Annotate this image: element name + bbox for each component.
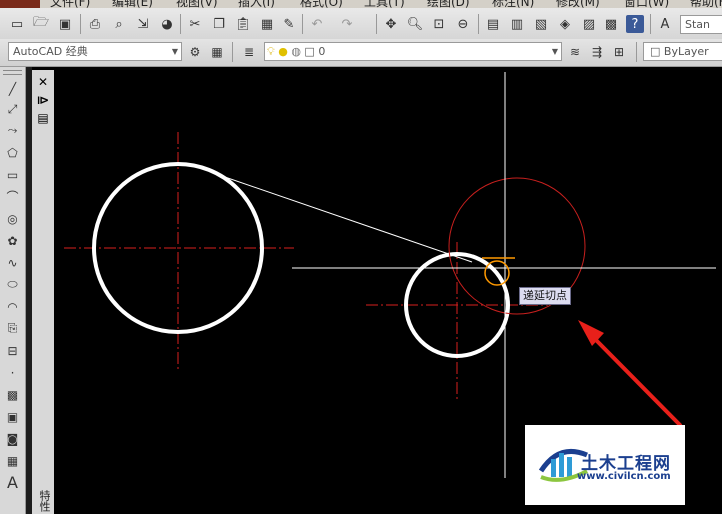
copy-icon[interactable]: ❐ <box>210 15 228 33</box>
toolbar-separator <box>302 14 303 34</box>
table-icon[interactable]: ▦ <box>3 451 22 470</box>
new-file-icon[interactable]: ▭ <box>8 15 26 33</box>
polyline-icon[interactable]: ⤳ <box>3 121 22 140</box>
menu-tools[interactable]: 工具(T) <box>364 0 405 8</box>
spline-icon[interactable]: ∿ <box>3 253 22 272</box>
hatch-icon[interactable]: ▩ <box>3 385 22 404</box>
line-icon[interactable]: ╱ <box>3 79 22 98</box>
open-file-icon[interactable]: 🗁 <box>32 15 50 33</box>
layer-value: 0 <box>318 45 326 58</box>
text-style-dropdown[interactable]: Stan <box>680 15 722 34</box>
workspace-dropdown[interactable]: AutoCAD 经典 ▼ <box>8 42 182 61</box>
menu-view[interactable]: 视图(V) <box>176 0 218 8</box>
polygon-icon[interactable]: ⬠ <box>3 143 22 162</box>
snap-tooltip: 递延切点 <box>519 287 571 305</box>
menu-file[interactable]: 文件(F) <box>50 0 90 8</box>
make-block-icon[interactable]: ⊟ <box>3 341 22 360</box>
match-properties-icon[interactable]: ▦ <box>258 15 276 33</box>
app-menu-button[interactable] <box>0 0 40 8</box>
print-icon[interactable]: ⎙ <box>86 15 104 33</box>
text-style-icon[interactable]: A <box>656 15 674 33</box>
workspace-settings-icon[interactable]: ⚙ <box>186 43 204 61</box>
toolbar-separator <box>180 14 181 34</box>
redo-icon[interactable]: ↷ <box>338 15 356 33</box>
properties-icon[interactable]: ▤ <box>484 15 502 33</box>
watermark-logo: 土木工程网 www.civilcn.com <box>525 425 685 505</box>
layers-toolbar: AutoCAD 经典 ▼ ⚙ ▦ ≣ 💡︎ ● ◍ □ 0 ▼ ≋ ⇶ ⊞ □ … <box>0 39 722 67</box>
toolbar-separator <box>636 42 637 62</box>
publish-icon[interactable]: ⇲ <box>134 15 152 33</box>
menu-draw[interactable]: 绘图(D) <box>427 0 470 8</box>
sun-icon: ● <box>278 45 288 58</box>
menu-bar: 文件(F) 编辑(E) 视图(V) 插入(I) 格式(O) 工具(T) 绘图(D… <box>0 0 722 8</box>
zoom-previous-icon[interactable]: ⊖ <box>454 15 472 33</box>
standard-toolbar: ▭ 🗁 ▣ ⎙ ⌕ ⇲ ◕ ✂ ❐ 📋︎ ▦ ✎ ↶ ↷ ✥ 🔍︎ ⊡ ⊖ ▤ … <box>0 8 722 40</box>
menu-dimension[interactable]: 标注(N) <box>492 0 534 8</box>
layer-dropdown[interactable]: 💡︎ ● ◍ □ 0 ▼ <box>264 42 562 61</box>
toolbar-separator <box>376 14 377 34</box>
menu-help[interactable]: 帮助(H) <box>690 0 722 8</box>
print-preview-icon[interactable]: ⌕ <box>110 15 128 33</box>
revision-cloud-icon[interactable]: ✿ <box>3 231 22 250</box>
region-icon[interactable]: ◙ <box>3 429 22 448</box>
block-editor-icon[interactable]: ✎ <box>280 15 298 33</box>
layer-previous-icon[interactable]: ⇶ <box>588 43 606 61</box>
chevron-down-icon: ▼ <box>171 47 178 56</box>
workspace-value: AutoCAD 经典 <box>13 45 88 58</box>
paste-icon[interactable]: 📋︎ <box>234 15 252 33</box>
color-swatch-icon: □ <box>304 45 315 58</box>
palette-options-icon[interactable]: ▤ <box>35 110 51 126</box>
ellipse-arc-icon[interactable]: ◠ <box>3 297 22 316</box>
rectangle-icon[interactable]: ▭ <box>3 165 22 184</box>
toolbar-grip[interactable] <box>3 70 22 75</box>
properties-palette-strip: ✕ ⧐ ▤ 特性 <box>32 70 54 514</box>
toolbar-separator <box>80 14 81 34</box>
text-style-value: Stan <box>685 18 711 31</box>
design-center-icon[interactable]: ▥ <box>508 15 526 33</box>
gradient-icon[interactable]: ▣ <box>3 407 22 426</box>
zoom-realtime-icon[interactable]: 🔍︎ <box>406 15 424 33</box>
draw-toolbar: ╱ ⤢ ⤳ ⬠ ▭ ⌒ ◎ ✿ ∿ ⬭ ◠ ⎘ ⊟ · ▩ ▣ ◙ ▦ A <box>0 67 26 514</box>
color-swatch-icon: □ <box>650 45 661 58</box>
point-icon[interactable]: · <box>3 363 22 382</box>
menu-edit[interactable]: 编辑(E) <box>112 0 153 8</box>
auto-hide-icon[interactable]: ⧐ <box>35 92 51 108</box>
undo-icon[interactable]: ↶ <box>308 15 326 33</box>
3d-dwf-icon[interactable]: ◕ <box>158 15 176 33</box>
multiline-text-icon[interactable]: A <box>3 473 22 492</box>
menu-modify[interactable]: 修改(M) <box>556 0 600 8</box>
close-icon[interactable]: ✕ <box>35 74 51 90</box>
layer-manager-icon[interactable]: ≣ <box>240 43 258 61</box>
calculator-icon[interactable]: ▩ <box>602 15 620 33</box>
lightbulb-icon: 💡︎ <box>267 45 275 58</box>
make-current-layer-icon[interactable]: ≋ <box>566 43 584 61</box>
help-icon[interactable]: ? <box>626 15 644 33</box>
menu-format[interactable]: 格式(O) <box>300 0 343 8</box>
tool-palettes-icon[interactable]: ▧ <box>532 15 550 33</box>
construction-line-icon[interactable]: ⤢ <box>3 100 22 119</box>
sheet-set-icon[interactable]: ◈ <box>556 15 574 33</box>
pan-icon[interactable]: ✥ <box>382 15 400 33</box>
toolbar-separator <box>232 42 233 62</box>
layer-states-icon[interactable]: ⊞ <box>610 43 628 61</box>
customize-icon[interactable]: ▦ <box>208 43 226 61</box>
markup-icon[interactable]: ▨ <box>580 15 598 33</box>
lock-icon: ◍ <box>291 45 301 58</box>
menu-insert[interactable]: 插入(I) <box>238 0 275 8</box>
properties-palette-label: 特性 <box>38 490 51 512</box>
toolbar-separator <box>650 14 651 34</box>
chevron-down-icon: ▼ <box>551 47 558 56</box>
circle-icon[interactable]: ◎ <box>3 209 22 228</box>
color-dropdown[interactable]: □ ByLayer <box>643 42 722 61</box>
menu-window[interactable]: 窗口(W) <box>624 0 669 8</box>
zoom-window-icon[interactable]: ⊡ <box>430 15 448 33</box>
toolbar-separator <box>478 14 479 34</box>
cut-icon[interactable]: ✂ <box>186 15 204 33</box>
color-value: ByLayer <box>663 45 709 58</box>
ellipse-icon[interactable]: ⬭ <box>3 275 22 294</box>
save-icon[interactable]: ▣ <box>56 15 74 33</box>
watermark-url: www.civilcn.com <box>577 471 671 482</box>
arc-icon[interactable]: ⌒ <box>3 187 22 206</box>
insert-block-icon[interactable]: ⎘ <box>3 319 22 338</box>
